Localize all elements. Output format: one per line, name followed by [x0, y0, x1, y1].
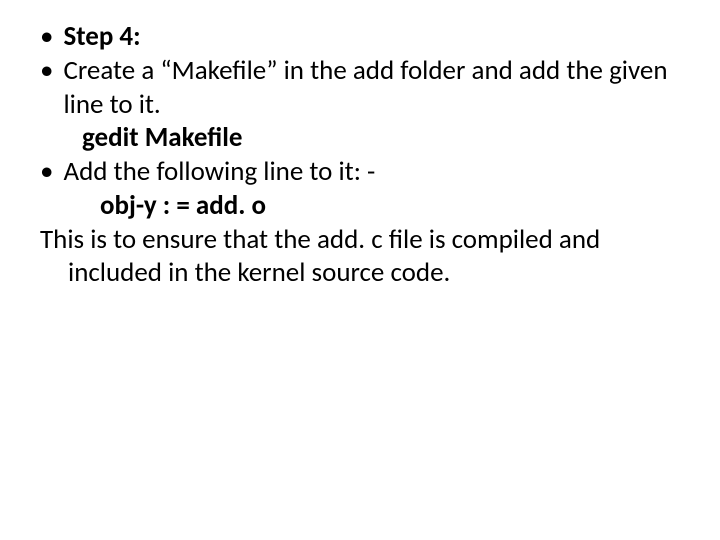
- bullet-dot-icon: •: [40, 20, 53, 54]
- command-gedit-text: gedit Makefile: [82, 121, 242, 154]
- bullet-create-makefile-text: Create a “Makefile” in the add folder an…: [63, 54, 680, 122]
- text-pre: Create a: [63, 54, 160, 87]
- step4-label: Step 4:: [63, 20, 140, 53]
- explanation-paragraph: This is to ensure that the add. c file i…: [40, 223, 680, 291]
- bullet-add-line-text: Add the following line to it: -: [63, 155, 680, 189]
- command-gedit: gedit Makefile: [40, 121, 680, 155]
- command-obj-y: obj-y : = add. o: [40, 189, 680, 223]
- bullet-create-makefile: • Create a “Makefile” in the add folder …: [40, 54, 680, 122]
- bullet-dot-icon: •: [40, 155, 53, 189]
- bullet-add-line: • Add the following line to it: -: [40, 155, 680, 189]
- command-obj-y-text: obj-y : = add. o: [100, 189, 266, 222]
- explanation-line2: included in the kernel source code.: [40, 256, 680, 290]
- slide-content: • Step 4: • Create a “Makefile” in the a…: [0, 0, 720, 540]
- bullet-step4-text: Step 4:: [63, 20, 680, 54]
- explanation-line1: This is to ensure that the add. c file i…: [40, 223, 600, 256]
- text-quoted: “Makefile”: [160, 54, 277, 87]
- bullet-step4: • Step 4:: [40, 20, 680, 54]
- bullet-dot-icon: •: [40, 54, 53, 88]
